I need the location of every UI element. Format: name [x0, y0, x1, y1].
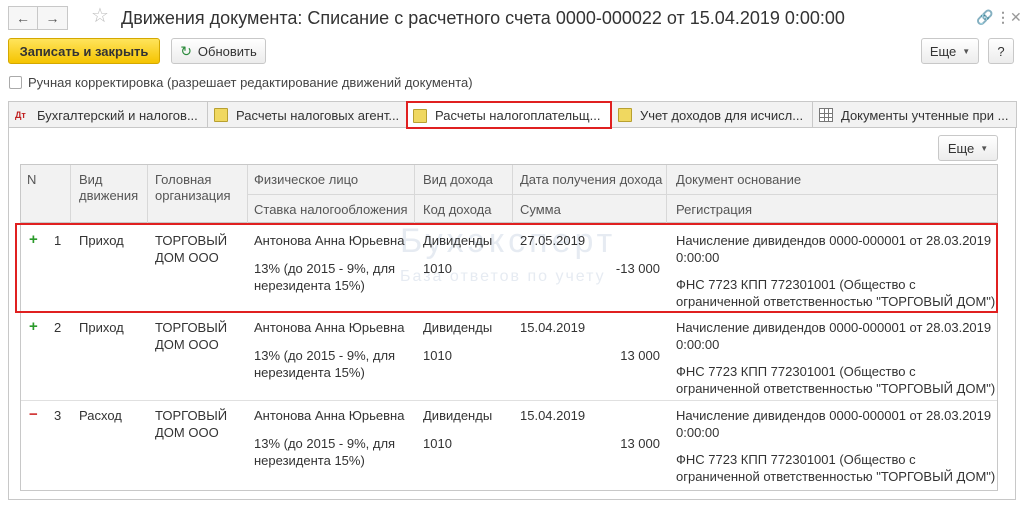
- header-registration[interactable]: Регистрация: [676, 202, 752, 218]
- help-label: ?: [997, 43, 1005, 59]
- header-person[interactable]: Физическое лицо: [254, 172, 358, 188]
- header-org[interactable]: Головная организация: [155, 172, 250, 204]
- row-date: 15.04.2019: [520, 320, 586, 335]
- tab-income-accounting[interactable]: Учет доходов для исчисл...: [611, 101, 813, 128]
- header-tax-rate[interactable]: Ставка налогообложения: [254, 202, 408, 218]
- row-rate-line1: 13% (до 2015 - 9%, для: [254, 348, 396, 363]
- chevron-down-icon: ▼: [962, 46, 971, 56]
- tab-label: Учет доходов для исчисл...: [640, 107, 804, 123]
- refresh-button[interactable]: ↻ Обновить: [171, 38, 266, 64]
- refresh-label: Обновить: [197, 43, 257, 59]
- plus-icon: +: [29, 318, 38, 335]
- tab-label: Расчеты налогоплательщ...: [435, 108, 601, 123]
- tab-tax-agent[interactable]: Расчеты налоговых агент...: [207, 101, 407, 128]
- header-amount[interactable]: Сумма: [520, 202, 561, 218]
- tab-bar: Дт Бухгалтерский и налогов... Расчеты на…: [8, 101, 1017, 129]
- save-and-close-label: Записать и закрыть: [19, 43, 149, 59]
- arrow-right-icon: →: [45, 10, 60, 26]
- header-income-date[interactable]: Дата получения дохода: [520, 172, 662, 188]
- row-reg-line2: ограниченной ответственностью "ТОРГОВЫЙ …: [676, 381, 996, 396]
- tab-taxpayer[interactable]: Расчеты налогоплательщ...: [406, 101, 612, 129]
- tab-accounting[interactable]: Дт Бухгалтерский и налогов...: [8, 101, 208, 128]
- row-highlight-frame: [15, 223, 998, 313]
- manual-correction-label: Ручная корректировка (разрешает редактир…: [28, 75, 473, 90]
- minus-icon: −: [29, 406, 38, 423]
- nav-buttons: ← →: [8, 6, 68, 30]
- row-income-type: Дивиденды: [423, 320, 493, 335]
- row-org-line1: ТОРГОВЫЙ: [155, 320, 228, 335]
- row-rate-line1: 13% (до 2015 - 9%, для: [254, 436, 396, 451]
- row-date: 15.04.2019: [520, 408, 586, 423]
- more-button[interactable]: Еще ▼: [921, 38, 979, 64]
- row-reg-line1: ФНС 7723 КПП 772301001 (Общество с: [676, 452, 916, 467]
- table-more-button[interactable]: Еще ▼: [938, 135, 998, 161]
- document-icon: [214, 108, 228, 122]
- row-org-line1: ТОРГОВЫЙ: [155, 408, 228, 423]
- header-income-type[interactable]: Вид дохода: [423, 172, 493, 188]
- table-more-label: Еще: [947, 140, 975, 156]
- row-income-type: Дивиденды: [423, 408, 493, 423]
- arrow-left-icon: ←: [16, 10, 30, 26]
- page-title: Движения документа: Списание с расчетног…: [121, 8, 845, 28]
- row-income-code: 1010: [423, 436, 452, 451]
- row-person: Антонова Анна Юрьевна: [254, 408, 405, 423]
- header-income-code[interactable]: Код дохода: [423, 202, 492, 218]
- table-header: N Вид движения Головная организация Физи…: [21, 165, 997, 223]
- table-icon: [819, 108, 833, 122]
- toolbar: Записать и закрыть ↻ Обновить Еще ▼ ?: [0, 38, 1024, 68]
- row-reg-line1: ФНС 7723 КПП 772301001 (Общество с: [676, 364, 916, 379]
- table-row[interactable]: + 2 Приход ТОРГОВЫЙ ДОМ ООО Антонова Анн…: [21, 313, 997, 400]
- row-movement-type: Расход: [79, 408, 122, 423]
- row-basis-line1: Начисление дивидендов 0000-000001 от 28.…: [676, 320, 992, 335]
- row-rate-line2: нерезидента 15%): [254, 453, 365, 468]
- table-row[interactable]: − 3 Расход ТОРГОВЫЙ ДОМ ООО Антонова Анн…: [21, 401, 997, 489]
- movements-table: N Вид движения Головная организация Физи…: [20, 164, 998, 491]
- tab-label: Бухгалтерский и налогов...: [37, 107, 198, 123]
- close-icon[interactable]: ✕: [1010, 6, 1022, 28]
- manual-correction-row: Ручная корректировка (разрешает редактир…: [9, 75, 473, 90]
- row-org-line2: ДОМ ООО: [155, 425, 219, 440]
- header-basis-doc[interactable]: Документ основание: [676, 172, 801, 188]
- row-basis-line2: 0:00:00: [676, 337, 720, 352]
- row-person: Антонова Анна Юрьевна: [254, 320, 405, 335]
- help-button[interactable]: ?: [988, 38, 1014, 64]
- document-icon: [618, 108, 632, 122]
- accounting-icon: Дт: [15, 110, 26, 120]
- more-label: Еще: [929, 43, 957, 59]
- row-n: 2: [54, 320, 62, 335]
- link-icon[interactable]: 🔗: [976, 6, 993, 28]
- row-rate-line2: нерезидента 15%): [254, 365, 365, 380]
- tab-accounted-documents[interactable]: Документы учтенные при ...: [812, 101, 1017, 128]
- refresh-icon: ↻: [180, 42, 192, 59]
- forward-button[interactable]: →: [38, 6, 68, 30]
- title-bar: ← → ☆ Движения документа: Списание с рас…: [0, 0, 1024, 36]
- tab-label: Документы учтенные при ...: [841, 107, 1009, 123]
- chevron-down-icon: ▼: [980, 143, 989, 153]
- back-button[interactable]: ←: [8, 6, 38, 30]
- row-org-line2: ДОМ ООО: [155, 337, 219, 352]
- manual-correction-checkbox[interactable]: [9, 76, 22, 89]
- row-movement-type: Приход: [79, 320, 124, 335]
- row-amount: 13 000: [620, 348, 660, 363]
- save-and-close-button[interactable]: Записать и закрыть: [8, 38, 160, 64]
- row-basis-line2: 0:00:00: [676, 425, 720, 440]
- star-icon[interactable]: ☆: [91, 4, 109, 28]
- header-n[interactable]: N: [27, 172, 36, 188]
- tab-label: Расчеты налоговых агент...: [236, 107, 400, 123]
- row-n: 3: [54, 408, 62, 423]
- row-income-code: 1010: [423, 348, 452, 363]
- header-movement-type[interactable]: Вид движения: [79, 172, 147, 204]
- row-basis-line1: Начисление дивидендов 0000-000001 от 28.…: [676, 408, 992, 423]
- row-reg-line2: ограниченной ответственностью "ТОРГОВЫЙ …: [676, 469, 996, 484]
- document-icon: [413, 108, 427, 123]
- more-vertical-icon[interactable]: ⋮: [996, 6, 1010, 28]
- row-amount: 13 000: [620, 436, 660, 451]
